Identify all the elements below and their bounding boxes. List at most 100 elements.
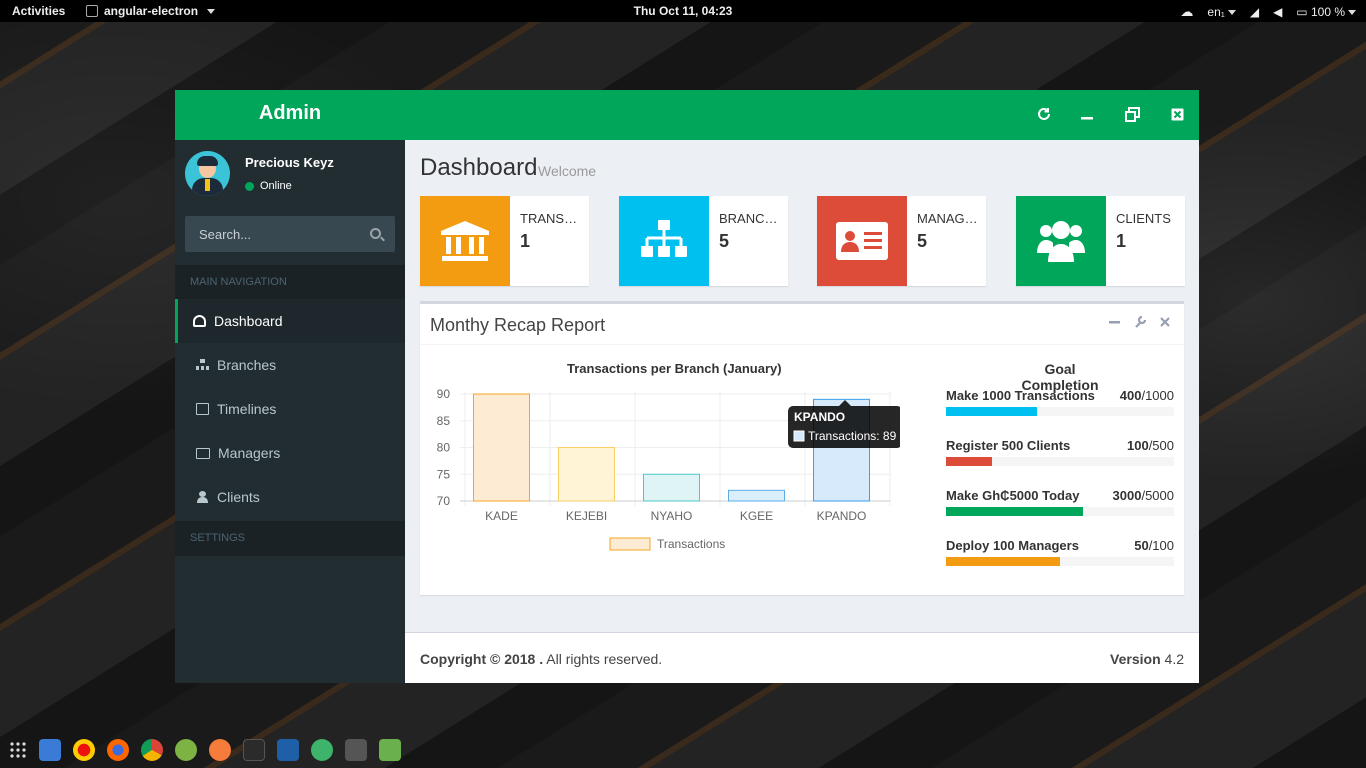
sidebar-item-timelines[interactable]: Timelines bbox=[175, 387, 405, 431]
info-box-icon bbox=[1016, 196, 1106, 286]
progress-fill bbox=[946, 557, 1060, 566]
vscode-icon[interactable] bbox=[277, 739, 299, 761]
goal-item: Make 1000 Transactions 400/1000 bbox=[946, 388, 1174, 416]
language-label: en₁ bbox=[1207, 5, 1225, 19]
goal-total: /5000 bbox=[1141, 488, 1174, 503]
chevron-down-icon bbox=[1227, 10, 1236, 16]
goal-current: 50 bbox=[1134, 538, 1149, 553]
bank-icon bbox=[441, 221, 489, 261]
weather-icon[interactable]: ☁ bbox=[1180, 4, 1193, 20]
info-box-value: 1 bbox=[1116, 231, 1127, 251]
y-tick-label: 75 bbox=[437, 467, 451, 481]
battery-status[interactable]: ▭ 100 % bbox=[1296, 5, 1356, 19]
x-tick-label: NYAHO bbox=[651, 509, 693, 523]
version: Version 4.2 bbox=[1110, 651, 1184, 667]
goal-label: Deploy 100 Managers bbox=[946, 538, 1079, 553]
x-tick-label: KGEE bbox=[740, 509, 773, 523]
bar bbox=[643, 473, 700, 502]
goal-current: 400 bbox=[1119, 388, 1142, 403]
gitkraken-icon[interactable] bbox=[311, 739, 333, 761]
app-icon bbox=[86, 5, 98, 17]
x-tick-label: KPANDO bbox=[817, 509, 867, 523]
wifi-icon[interactable]: ◢ bbox=[1250, 5, 1259, 19]
logo[interactable]: Admin bbox=[175, 90, 405, 140]
sidebar-item-clients[interactable]: Clients bbox=[175, 475, 405, 519]
remove-icon[interactable] bbox=[1160, 316, 1170, 328]
minimize-button[interactable] bbox=[1076, 103, 1098, 125]
refresh-icon bbox=[1038, 107, 1050, 120]
sidebar-item-dashboard[interactable]: Dashboard bbox=[175, 299, 405, 343]
system-tray: ☁ en₁ ◢ ◀ ▭ 100 % bbox=[1180, 4, 1356, 20]
version-number: 4.2 bbox=[1160, 651, 1184, 667]
sidebar-toggle-button[interactable] bbox=[419, 108, 431, 120]
postman-icon[interactable] bbox=[209, 739, 231, 761]
app-menu[interactable]: angular-electron bbox=[86, 4, 216, 18]
sitemap-icon bbox=[196, 359, 209, 371]
app-icon[interactable] bbox=[379, 739, 401, 761]
search-icon[interactable] bbox=[370, 228, 381, 239]
sidebar-item-label: Clients bbox=[217, 489, 260, 505]
copyright-text: Copyright © 2018 . bbox=[420, 651, 544, 667]
goal-label: Register 500 Clients bbox=[946, 438, 1071, 453]
info-box-label: MANAGERS bbox=[917, 211, 979, 226]
sidebar-item-label: Timelines bbox=[217, 401, 277, 417]
user-status: Online bbox=[245, 180, 292, 192]
clock-label[interactable]: Thu Oct 11, 04:23 bbox=[634, 4, 733, 18]
firefox-icon[interactable] bbox=[107, 739, 129, 761]
search-input[interactable] bbox=[185, 216, 360, 252]
progress-fill bbox=[946, 407, 1038, 416]
activities-button[interactable]: Activities bbox=[12, 4, 65, 18]
progress-bar bbox=[946, 507, 1174, 516]
files-icon[interactable] bbox=[39, 739, 61, 761]
info-box-icon bbox=[420, 196, 510, 286]
wrench-icon[interactable] bbox=[1134, 316, 1146, 328]
volume-icon[interactable]: ◀ bbox=[1273, 5, 1282, 19]
app-grid-icon[interactable] bbox=[9, 741, 27, 759]
bar bbox=[558, 447, 615, 502]
footer: Copyright © 2018 . All rights reserved. … bbox=[405, 632, 1199, 683]
info-box-managers[interactable]: MANAGERS 5 bbox=[817, 196, 986, 286]
settings-header: SETTINGS bbox=[175, 521, 405, 556]
y-tick-label: 80 bbox=[437, 441, 451, 455]
info-box-branches[interactable]: BRANCHES 5 bbox=[619, 196, 788, 286]
goal-item: Deploy 100 Managers 50/100 bbox=[946, 538, 1174, 566]
info-box-icon bbox=[817, 196, 907, 286]
refresh-button[interactable] bbox=[1033, 103, 1055, 125]
main-nav-header: MAIN NAVIGATION bbox=[175, 265, 405, 300]
recap-report-box: Monthy Recap Report Transactions per Bra… bbox=[420, 301, 1184, 595]
collapse-icon[interactable] bbox=[1109, 316, 1120, 328]
user-name: Precious Keyz bbox=[245, 155, 334, 170]
info-box-clients[interactable]: CLIENTS 1 bbox=[1016, 196, 1185, 286]
goal-item: Make Gh₵5000 Today 3000/5000 bbox=[946, 488, 1174, 516]
progress-fill bbox=[946, 507, 1083, 516]
users-icon bbox=[196, 491, 209, 503]
bar-chart: 90 85 80 75 70 KADE KEJEBI NYAHO KGEE KPANDO Trans… bbox=[437, 387, 900, 551]
language-menu[interactable]: en₁ bbox=[1207, 5, 1236, 19]
info-box-transactions[interactable]: TRANSACTIONS 1 bbox=[420, 196, 589, 286]
sidebar-item-branches[interactable]: Branches bbox=[175, 343, 405, 387]
goal-label: Make 1000 Transactions bbox=[946, 388, 1095, 403]
x-tick-label: KEJEBI bbox=[566, 509, 607, 523]
tooltip-body: Transactions: 89 bbox=[808, 429, 897, 443]
text-editor-icon[interactable] bbox=[345, 739, 367, 761]
terminal-icon[interactable] bbox=[243, 739, 265, 761]
ubuntu-store-icon[interactable] bbox=[73, 739, 95, 761]
rights-text: All rights reserved. bbox=[543, 651, 663, 667]
sidebar-item-managers[interactable]: Managers bbox=[175, 431, 405, 475]
users-icon bbox=[1037, 221, 1085, 262]
progress-bar bbox=[946, 407, 1174, 416]
id-card-icon bbox=[836, 222, 888, 260]
battery-label: 100 % bbox=[1310, 5, 1345, 19]
info-box-label: TRANSACTIONS bbox=[520, 211, 582, 226]
bar bbox=[473, 393, 530, 502]
restore-button[interactable] bbox=[1121, 103, 1143, 125]
dashboard-icon bbox=[193, 315, 206, 327]
chart-title: Transactions per Branch (January) bbox=[567, 361, 782, 376]
close-button[interactable] bbox=[1166, 103, 1188, 125]
android-studio-icon[interactable] bbox=[175, 739, 197, 761]
progress-bar bbox=[946, 457, 1174, 466]
goal-total: /100 bbox=[1148, 538, 1174, 553]
goal-total: /1000 bbox=[1141, 388, 1174, 403]
version-label: Version bbox=[1110, 651, 1161, 667]
chrome-icon[interactable] bbox=[141, 739, 163, 761]
